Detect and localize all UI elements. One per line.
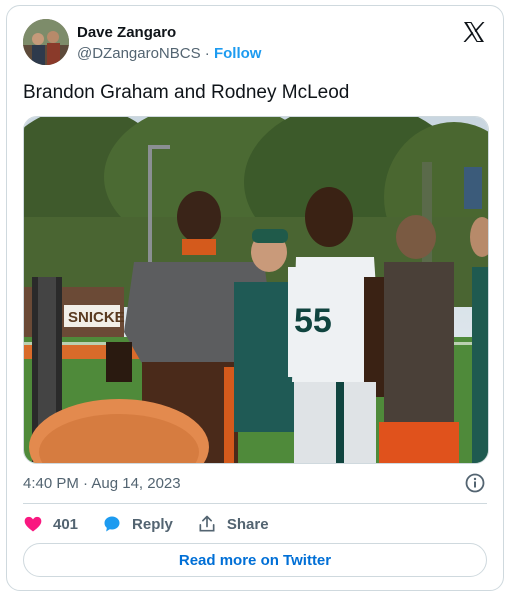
divider	[23, 503, 487, 504]
follow-button[interactable]: Follow	[214, 45, 262, 62]
tweet-card: Dave Zangaro @DZangaroNBCS · Follow Bran…	[6, 5, 504, 591]
banner-text: SNICKE	[68, 309, 125, 326]
share-label: Share	[226, 515, 269, 533]
handle-row: @DZangaroNBCS · Follow	[77, 44, 261, 63]
share-icon	[199, 515, 215, 532]
separator: ·	[204, 45, 210, 62]
heart-icon	[24, 516, 42, 532]
reply-button[interactable]: Reply	[102, 514, 173, 534]
tweet-photo[interactable]: SNICKE 55	[23, 116, 489, 464]
author-display-name[interactable]: Dave Zangaro	[77, 23, 261, 42]
tweet-text: Brandon Graham and Rodney McLeod	[23, 82, 350, 103]
author-block: Dave Zangaro @DZangaroNBCS · Follow	[77, 23, 261, 63]
info-icon[interactable]	[464, 472, 486, 494]
tweet-timestamp[interactable]: 4:40 PM · Aug 14, 2023	[23, 475, 181, 492]
like-count: 401	[53, 515, 79, 533]
reply-bubble-icon	[104, 516, 120, 532]
avatar[interactable]	[23, 19, 69, 65]
reply-label: Reply	[132, 515, 173, 533]
jersey-number: 55	[294, 302, 332, 340]
x-logo-icon[interactable]	[462, 20, 486, 44]
share-button[interactable]: Share	[197, 514, 269, 534]
action-bar: 401 Reply Share	[23, 513, 293, 535]
author-handle[interactable]: @DZangaroNBCS	[77, 45, 201, 62]
like-button[interactable]: 401	[23, 514, 78, 534]
read-more-button[interactable]: Read more on Twitter	[23, 543, 487, 577]
